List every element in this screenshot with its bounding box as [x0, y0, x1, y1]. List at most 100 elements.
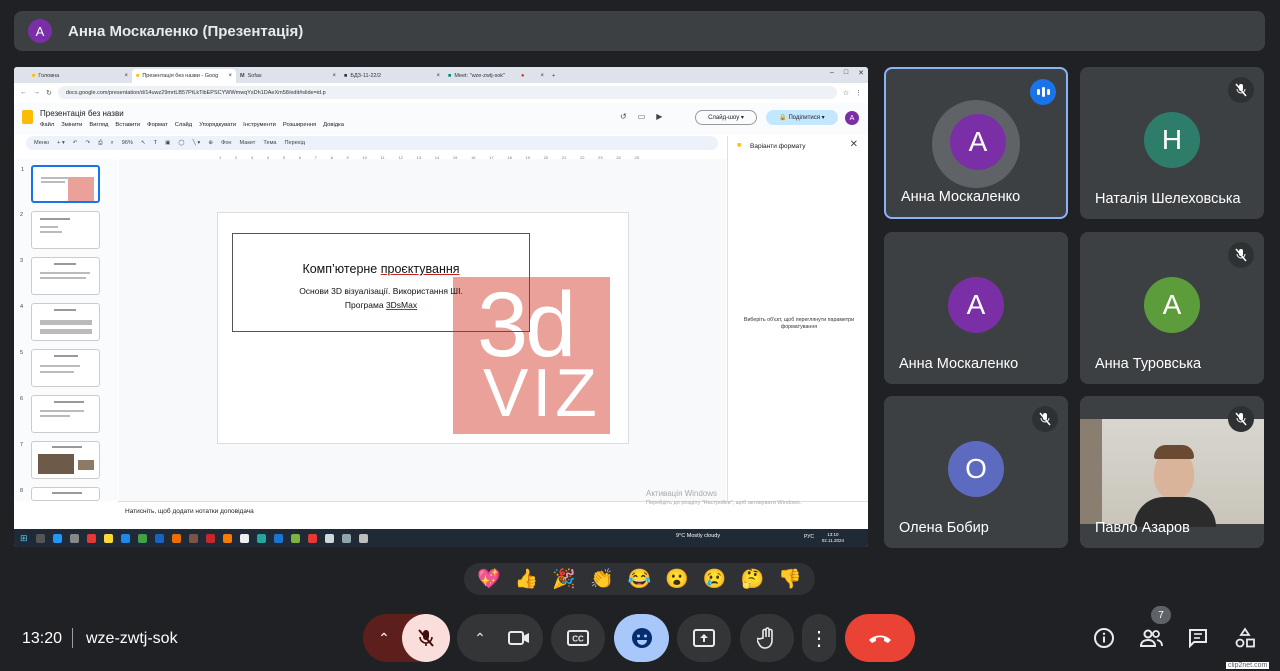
bookmark-star-icon[interactable]: ☆ [843, 89, 849, 97]
participant-tile[interactable]: Н Наталія Шелеховська [1080, 67, 1264, 219]
bg-button[interactable]: Фон [221, 140, 231, 146]
menu-item[interactable]: Вставити [115, 122, 140, 128]
url-field[interactable]: docs.google.com/presentation/d/14uwz29mr… [57, 86, 837, 99]
menu-item[interactable]: Слайд [175, 122, 192, 128]
comment-add-icon[interactable]: ⊕ [208, 140, 213, 146]
menu-item[interactable]: Файл [40, 122, 54, 128]
undo-icon[interactable]: ↶ [73, 140, 78, 146]
browser-tab[interactable]: ■ Meet: "wze-zwtj-sok" ● × [444, 69, 548, 83]
app-icon[interactable] [222, 533, 232, 543]
weather-widget[interactable]: 9°C Mostly cloudy [676, 533, 720, 539]
slideshow-button[interactable]: Слайд-шоу ▾ [695, 110, 757, 125]
sad-reaction[interactable]: 😢 [703, 567, 727, 591]
back-icon[interactable]: ← [20, 89, 27, 96]
select-icon[interactable]: ↖ [141, 140, 146, 146]
reactions-button[interactable] [614, 614, 669, 662]
zoom-icon[interactable]: ⌕ [111, 140, 114, 147]
laugh-reaction[interactable]: 😂 [628, 567, 652, 591]
slide-thumbnail[interactable]: 7 [20, 441, 100, 479]
audio-options-chevron-icon[interactable]: ⌃ [366, 614, 402, 662]
app-icon[interactable] [69, 533, 79, 543]
app-icon[interactable] [188, 533, 198, 543]
menu-dots-icon[interactable]: ⋮ [855, 89, 862, 97]
participant-tile-camera[interactable]: Павло Азаров [1080, 396, 1264, 548]
menu-item[interactable]: Формат [147, 122, 168, 128]
activities-icon[interactable] [1231, 624, 1259, 652]
meeting-info-icon[interactable] [1090, 624, 1118, 652]
thinking-reaction[interactable]: 🤔 [741, 567, 765, 591]
app-icon[interactable] [239, 533, 249, 543]
forward-icon[interactable]: → [33, 89, 40, 96]
doc-title[interactable]: Презентація без назви [40, 109, 124, 118]
layout-button[interactable]: Макет [240, 140, 256, 146]
app-icon[interactable] [341, 533, 351, 543]
app-icon[interactable] [307, 533, 317, 543]
edge-icon[interactable] [52, 533, 62, 543]
menu-item[interactable]: Вигляд [89, 122, 108, 128]
slide-thumbnail[interactable]: 1 [21, 165, 100, 203]
surprised-reaction[interactable]: 😮 [665, 567, 689, 591]
print-icon[interactable]: ⎙ [98, 140, 102, 147]
line-icon[interactable]: ╲ ▾ [193, 140, 201, 146]
share-button[interactable]: 🔒 Поділитися ▾ [766, 110, 838, 125]
zoom-level[interactable]: 96% [122, 140, 133, 146]
user-avatar[interactable]: A [845, 111, 859, 125]
photoshop-icon[interactable] [154, 533, 164, 543]
app-icon[interactable] [86, 533, 96, 543]
history-icon[interactable]: ↺ [620, 112, 627, 121]
new-tab-button[interactable]: + [548, 69, 564, 83]
minimize-icon[interactable]: – [830, 69, 834, 77]
leave-call-button[interactable] [845, 614, 915, 662]
app-icon[interactable] [273, 533, 283, 543]
people-icon[interactable] [1137, 624, 1165, 652]
search-icon[interactable] [35, 533, 45, 543]
thumbs-down-reaction[interactable]: 👎 [778, 567, 802, 591]
menu-item[interactable]: Змінити [61, 122, 82, 128]
browser-tab[interactable]: ■ Головна × [28, 69, 132, 83]
slide-thumbnail[interactable]: 8 [20, 487, 100, 501]
language-indicator[interactable]: РУС [804, 534, 814, 540]
slide-thumbnail[interactable]: 3 [20, 257, 100, 295]
explorer-icon[interactable] [103, 533, 113, 543]
camera-toggle-button[interactable] [496, 614, 542, 662]
menu-item[interactable]: Довідка [323, 122, 344, 128]
settings-icon[interactable] [358, 533, 368, 543]
app-icon[interactable] [120, 533, 130, 543]
meet-icon[interactable]: ▶ [656, 112, 662, 121]
chrome-icon[interactable] [137, 533, 147, 543]
theme-button[interactable]: Тема [263, 140, 276, 146]
participant-tile[interactable]: A Анна Туровська [1080, 232, 1264, 384]
browser-tab-active[interactable]: ■ Презентація без назви - Goog × [132, 69, 236, 83]
menu-item[interactable]: Упорядкувати [199, 122, 236, 128]
slide-thumbnail[interactable]: 4 [20, 303, 100, 341]
slide-thumbnail[interactable]: 2 [20, 211, 100, 249]
browser-tab[interactable]: ■ БДЗ-11-22/2 × [340, 69, 444, 83]
maximize-icon[interactable]: □ [844, 69, 848, 77]
browser-tab[interactable]: M Sofas × [236, 69, 340, 83]
windows-start-icon[interactable]: ⊞ [20, 533, 28, 544]
menu-item[interactable]: Розширення [283, 122, 316, 128]
participant-tile[interactable]: О Олена Бобир [884, 396, 1068, 548]
shape-icon[interactable]: ◯ [178, 140, 184, 146]
close-icon[interactable]: ✕ [850, 139, 858, 150]
participant-tile[interactable]: A Анна Москаленко [884, 67, 1068, 219]
reload-icon[interactable]: ↻ [46, 89, 52, 97]
app-icon[interactable] [205, 533, 215, 543]
video-options-chevron-icon[interactable]: ⌃ [462, 614, 498, 662]
heart-reaction[interactable]: 💖 [477, 567, 501, 591]
comment-icon[interactable]: ▭ [638, 112, 646, 121]
thumbs-up-reaction[interactable]: 👍 [515, 567, 539, 591]
search-menu-input[interactable]: Меню [34, 140, 49, 146]
raise-hand-button[interactable] [740, 614, 794, 662]
clap-reaction[interactable]: 👏 [590, 567, 614, 591]
app-icon[interactable] [256, 533, 266, 543]
captions-button[interactable]: CC [551, 614, 605, 662]
textbox-icon[interactable]: T [154, 140, 157, 146]
present-screen-button[interactable] [677, 614, 731, 662]
mic-toggle-button[interactable] [402, 614, 450, 662]
chat-icon[interactable] [1184, 624, 1212, 652]
taskbar-clock[interactable]: 13:10 02.11.2024 [822, 532, 844, 544]
party-reaction[interactable]: 🎉 [552, 567, 576, 591]
transition-button[interactable]: Перехід [285, 140, 306, 146]
redo-icon[interactable]: ↷ [85, 140, 90, 146]
